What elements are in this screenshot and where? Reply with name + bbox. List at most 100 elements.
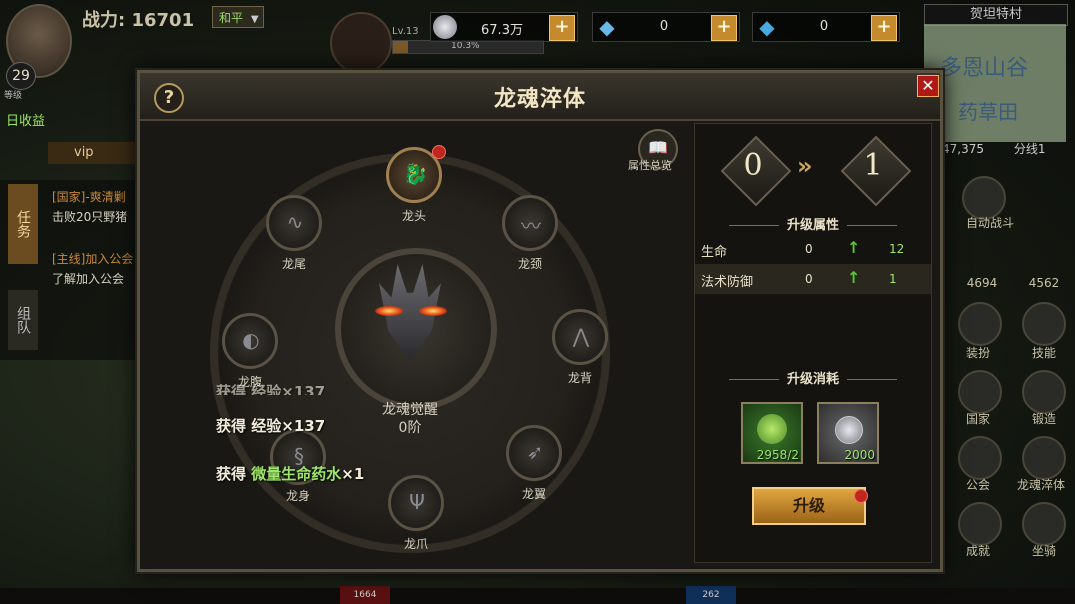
arrow-up-icon: ↑ xyxy=(847,238,861,257)
close-button[interactable]: ✕ xyxy=(917,75,939,97)
map-line[interactable]: 分线1 xyxy=(1014,142,1046,156)
currency-bound-diamond: ◆ 0 + xyxy=(592,12,740,42)
combat-power: 战力: 16701 xyxy=(82,6,194,32)
attr-from: 0 xyxy=(805,272,813,286)
part-node-wing[interactable]: ➶ xyxy=(506,425,562,481)
minimap-label-valley: 多恩山谷 xyxy=(940,56,1029,81)
menu-fashion[interactable]: 装扮 xyxy=(948,344,1008,361)
menu-guild[interactable]: 公会 xyxy=(948,476,1008,493)
fashion-icon[interactable] xyxy=(958,302,1002,346)
diamond-value: 0 xyxy=(819,19,829,34)
help-button[interactable]: ? xyxy=(154,83,184,113)
loot-message-1: 获得 经验×137 xyxy=(216,381,325,395)
part-label-claw: 龙爪 xyxy=(403,537,428,551)
menu-mount[interactable]: 坐骑 xyxy=(1014,542,1074,559)
skill-icon[interactable] xyxy=(1022,302,1066,346)
bottom-bar xyxy=(0,588,1075,604)
diamond-icon: ◆ xyxy=(759,15,775,39)
upgrade-attr-title: 升级属性 xyxy=(695,214,931,233)
part-node-claw[interactable]: Ψ xyxy=(388,475,444,531)
chevron-down-icon: ▼ xyxy=(250,14,259,25)
pet-exp-text: 10.3% xyxy=(451,41,480,51)
currency-diamond: ◆ 0 + xyxy=(752,12,900,42)
double-chevron-right-icon: » xyxy=(797,152,813,180)
dragon-soul-dialog: 龙魂淬体 ? ✕ 龙魂觉醒 0阶 🐉 龙头 〰 龙颈 ⋀ 龙背 ➶ 龙翼 Ψ 龙… xyxy=(137,70,943,572)
menu-forge[interactable]: 锻造 xyxy=(1014,410,1074,427)
dragon-wing-icon: ➶ xyxy=(526,440,544,464)
quest-line-3[interactable]: [主线]加入公会 xyxy=(52,250,133,267)
quest-line-4[interactable]: 了解加入公会 xyxy=(52,270,124,287)
bottom-hp: 1664 xyxy=(340,586,390,604)
part-label-back: 龙背 xyxy=(567,371,592,385)
part-label-body: 龙身 xyxy=(285,489,310,503)
menu-dragon-soul[interactable]: 龙魂淬体 xyxy=(1008,476,1074,493)
daily-income-label[interactable]: 日收益 xyxy=(6,110,45,129)
tab-task[interactable]: 任务 xyxy=(8,184,38,264)
menu-nation[interactable]: 国家 xyxy=(948,410,1008,427)
pk-mode-dropdown[interactable]: 和平 ▼ xyxy=(212,6,264,28)
bound-diamond-icon: ◆ xyxy=(599,15,615,39)
pet-level: Lv.13 xyxy=(392,26,419,37)
achievement-icon[interactable] xyxy=(958,502,1002,546)
cost-item-coin[interactable]: 2000 xyxy=(817,402,879,464)
part-label-tail: 龙尾 xyxy=(281,257,306,271)
dragon-soul-core[interactable] xyxy=(335,248,497,410)
level-to: 1 xyxy=(863,148,883,183)
loot-prefix: 获得 xyxy=(216,417,247,435)
attr-row: 生命 0 ↑ 12 xyxy=(695,234,931,264)
attr-from: 0 xyxy=(805,242,813,256)
quest-line-2[interactable]: 击败20只野猪 xyxy=(52,208,127,225)
menu-achievement[interactable]: 成就 xyxy=(948,542,1008,559)
forge-icon[interactable] xyxy=(1022,370,1066,414)
auto-battle-label: 自动战斗 xyxy=(965,216,1014,230)
dialog-title-bar: 龙魂淬体 xyxy=(140,73,940,121)
dragon-belly-icon: ◐ xyxy=(242,328,260,352)
pet-portrait[interactable] xyxy=(330,12,392,74)
dragon-claw-icon: Ψ xyxy=(409,490,425,514)
part-node-back[interactable]: ⋀ xyxy=(552,309,608,365)
level-caption: 等级 xyxy=(4,91,23,101)
mp-potion-count: 4562 xyxy=(1028,276,1060,290)
tab-team[interactable]: 组队 xyxy=(8,290,38,350)
pk-mode-label: 和平 xyxy=(219,11,244,25)
part-label-wing: 龙翼 xyxy=(521,487,546,501)
dragon-back-icon: ⋀ xyxy=(572,324,590,348)
add-diamond-button[interactable]: + xyxy=(871,15,897,41)
coin-icon xyxy=(433,15,457,39)
add-bound-diamond-button[interactable]: + xyxy=(711,15,737,41)
herb-icon xyxy=(757,414,787,444)
red-dot-icon xyxy=(854,489,868,503)
attr-to: 1 xyxy=(889,272,897,286)
vip-badge[interactable]: vip xyxy=(48,142,138,164)
part-node-belly[interactable]: ◐ xyxy=(222,313,278,369)
quest-line-1[interactable]: [国家]-爽清剿 xyxy=(52,188,126,205)
attribute-overview-label[interactable]: 属性总览 xyxy=(628,157,672,173)
part-node-tail[interactable]: ∿ xyxy=(266,195,322,251)
pet-exp-bar: 10.3% xyxy=(392,40,544,54)
add-coin-button[interactable]: + xyxy=(549,15,575,41)
attr-row: 法术防御 0 ↑ 1 xyxy=(695,264,931,294)
dialog-title: 龙魂淬体 xyxy=(493,87,586,112)
map-name: 贺坦特村 xyxy=(924,4,1068,26)
red-dot-icon xyxy=(432,145,446,159)
loot-suffix: ×1 xyxy=(341,465,365,483)
map-coords: 47,375 xyxy=(942,142,984,156)
nation-icon[interactable] xyxy=(958,370,1002,414)
coin-icon xyxy=(835,416,863,444)
menu-skill[interactable]: 技能 xyxy=(1014,344,1074,361)
loot-message-3: 获得 微量生命药水×1 xyxy=(216,463,364,484)
attr-name: 法术防御 xyxy=(701,275,754,290)
currency-coin: 67.3万 + xyxy=(430,12,578,42)
dragon-tail-icon: ∿ xyxy=(286,210,304,234)
minimap-label-herb: 药草田 xyxy=(958,100,1018,124)
cost-item-herb[interactable]: 2958/2 xyxy=(741,402,803,464)
part-node-neck[interactable]: 〰 xyxy=(502,195,558,251)
cost-title: 升级消耗 xyxy=(695,368,931,387)
mount-icon[interactable] xyxy=(1022,502,1066,546)
minimap-footer: 47,375 分线1 xyxy=(924,140,1066,157)
dragon-soul-icon[interactable] xyxy=(1022,436,1066,480)
bound-diamond-value: 0 xyxy=(659,19,669,34)
guild-icon[interactable] xyxy=(958,436,1002,480)
upgrade-button[interactable]: 升级 xyxy=(752,487,866,525)
cost-qty: 2958/2 xyxy=(756,448,799,462)
